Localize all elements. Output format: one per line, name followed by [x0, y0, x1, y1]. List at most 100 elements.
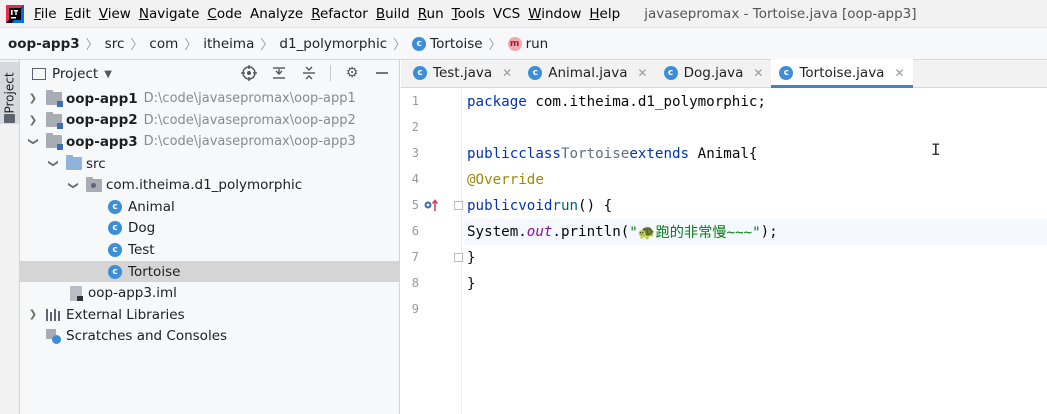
- chevron-right-icon: 〉: [488, 38, 502, 53]
- tree-item-label: Dog: [128, 220, 156, 237]
- code-line-8: }: [467, 276, 476, 292]
- menu-navigate[interactable]: Navigate: [139, 6, 200, 22]
- tree-item-src[interactable]: ❯ src: [20, 153, 399, 175]
- tree-item-package[interactable]: ❯ com.itheima.d1_polymorphic: [20, 174, 399, 196]
- chevron-right-icon[interactable]: ❯: [26, 115, 40, 126]
- tab-tortoise-java[interactable]: c Tortoise.java ✕: [771, 59, 913, 88]
- breadcrumb-class[interactable]: c Tortoise: [412, 36, 483, 52]
- line-number: 9: [411, 302, 419, 316]
- breadcrumb-package[interactable]: d1_polymorphic: [279, 36, 387, 52]
- tree-item-oop-app3[interactable]: ❯ oop-app3 D:\code\javasepromax\oop-app3: [20, 131, 399, 153]
- chevron-right-icon[interactable]: ❯: [26, 309, 40, 320]
- tree-item-iml[interactable]: oop-app3.iml: [20, 282, 399, 304]
- editor-tab-bar: c Test.java ✕ c Animal.java ✕ c Dog.java…: [401, 59, 1047, 88]
- menu-run[interactable]: Run: [418, 6, 444, 22]
- code-line-6: System. out .println("🐢跑的非常慢~~~");: [463, 219, 1047, 245]
- tree-item-tortoise[interactable]: c Tortoise: [20, 260, 399, 283]
- breadcrumb-method-label: run: [525, 35, 549, 52]
- menu-tools[interactable]: Tools: [452, 6, 485, 22]
- menu-window[interactable]: Window: [528, 6, 581, 22]
- chevron-down-icon[interactable]: ▼: [104, 69, 112, 80]
- chevron-down-icon[interactable]: ❯: [68, 178, 79, 192]
- class-icon: c: [779, 66, 794, 80]
- breadcrumb-method[interactable]: m run: [507, 35, 549, 52]
- source-folder-icon: [66, 155, 82, 171]
- chevron-right-icon: 〉: [85, 38, 99, 53]
- chevron-down-icon[interactable]: ❯: [48, 157, 59, 171]
- method-icon: m: [507, 36, 522, 51]
- tree-item-test[interactable]: c Test: [20, 239, 399, 261]
- overrides-method-icon[interactable]: [423, 197, 439, 216]
- tool-window-strip: Project: [0, 60, 20, 414]
- tab-test-java[interactable]: c Test.java ✕: [405, 59, 520, 87]
- project-view-icon: [32, 68, 46, 80]
- line-number: 8: [411, 276, 419, 290]
- class-icon: c: [413, 66, 427, 80]
- collapse-all-icon[interactable]: [300, 64, 318, 82]
- tree-item-label: oop-app1: [66, 90, 138, 107]
- editor: c Test.java ✕ c Animal.java ✕ c Dog.java…: [401, 59, 1047, 414]
- module-folder-icon: [46, 133, 63, 151]
- close-icon[interactable]: ✕: [894, 66, 904, 80]
- menu-code[interactable]: Code: [207, 6, 242, 22]
- chevron-right-icon: 〉: [260, 38, 274, 53]
- tab-label: Dog.java: [683, 65, 744, 81]
- project-tool-tab-label: Project: [2, 72, 17, 114]
- chevron-right-icon: 〉: [130, 38, 144, 53]
- code-line-1: package com.itheima.d1_polymorphic;: [467, 94, 766, 110]
- hide-panel-icon[interactable]: [373, 64, 391, 82]
- line-number: 1: [411, 94, 419, 108]
- chevron-down-icon[interactable]: ❯: [28, 135, 39, 149]
- menu-vcs[interactable]: VCS: [493, 6, 520, 22]
- module-folder-icon: [46, 111, 63, 129]
- fold-marker-icon[interactable]: [454, 253, 463, 262]
- tree-item-external-libraries[interactable]: ❯ External Libraries: [20, 304, 399, 326]
- breadcrumb-itheima[interactable]: itheima: [203, 36, 254, 52]
- menu-refactor[interactable]: Refactor: [311, 6, 368, 22]
- breadcrumb: oop-app3 〉 src 〉 com 〉 itheima 〉 d1_poly…: [0, 27, 1047, 60]
- expand-all-icon[interactable]: [270, 64, 288, 82]
- project-panel: Project ▼ ⚙ ❯ oop-app1 D:\code\javasepro…: [20, 60, 400, 414]
- breadcrumb-project[interactable]: oop-app3: [8, 36, 80, 52]
- close-icon[interactable]: ✕: [638, 66, 648, 80]
- tree-item-label: External Libraries: [66, 306, 185, 323]
- breadcrumb-com[interactable]: com: [149, 36, 178, 52]
- menu-help[interactable]: Help: [589, 6, 620, 22]
- class-icon: c: [412, 36, 427, 51]
- close-icon[interactable]: ✕: [502, 66, 512, 80]
- tab-label: Tortoise.java: [799, 65, 885, 81]
- tab-animal-java[interactable]: c Animal.java ✕: [520, 59, 655, 87]
- tab-label: Test.java: [433, 65, 493, 81]
- tab-label: Animal.java: [548, 65, 628, 81]
- chevron-right-icon[interactable]: ❯: [26, 93, 40, 104]
- chevron-right-icon: 〉: [184, 38, 198, 53]
- gear-icon[interactable]: ⚙: [343, 64, 361, 82]
- menu-analyze[interactable]: Analyze: [250, 6, 303, 22]
- tree-item-label: oop-app3.iml: [88, 285, 177, 302]
- tree-item-dog[interactable]: c Dog: [20, 218, 399, 240]
- project-panel-title[interactable]: Project: [52, 66, 98, 82]
- close-icon[interactable]: ✕: [753, 66, 763, 80]
- line-number: 3: [411, 146, 419, 160]
- editor-gutter: 1 2 3 4 5 6 7 8 9: [401, 88, 463, 414]
- window-title: javasepromax - Tortoise.java [oop-app3]: [644, 5, 917, 22]
- menu-edit[interactable]: Edit: [65, 6, 91, 22]
- tree-item-oop-app2[interactable]: ❯ oop-app2 D:\code\javasepromax\oop-app2: [20, 110, 399, 132]
- breadcrumb-src[interactable]: src: [105, 36, 125, 52]
- tree-item-path: D:\code\javasepromax\oop-app3: [143, 134, 356, 150]
- tree-item-scratches[interactable]: Scratches and Consoles: [20, 326, 399, 348]
- tree-item-animal[interactable]: c Animal: [20, 196, 399, 218]
- mouse-text-cursor-icon: I: [931, 140, 941, 159]
- class-icon: c: [663, 66, 678, 80]
- tree-item-label: oop-app3: [66, 133, 138, 150]
- fold-marker-icon[interactable]: [454, 201, 463, 210]
- menu-view[interactable]: View: [99, 6, 131, 22]
- tab-dog-java[interactable]: c Dog.java ✕: [656, 59, 772, 87]
- tree-item-oop-app1[interactable]: ❯ oop-app1 D:\code\javasepromax\oop-app1: [20, 88, 399, 110]
- toolbar-divider: [330, 65, 331, 81]
- locate-icon[interactable]: [240, 64, 258, 82]
- code-area[interactable]: 1 2 3 4 5 6 7 8 9 package com.itheima.d1…: [401, 88, 1047, 414]
- menu-file[interactable]: File: [34, 6, 57, 22]
- menu-build[interactable]: Build: [376, 6, 410, 22]
- line-number: 7: [411, 250, 419, 264]
